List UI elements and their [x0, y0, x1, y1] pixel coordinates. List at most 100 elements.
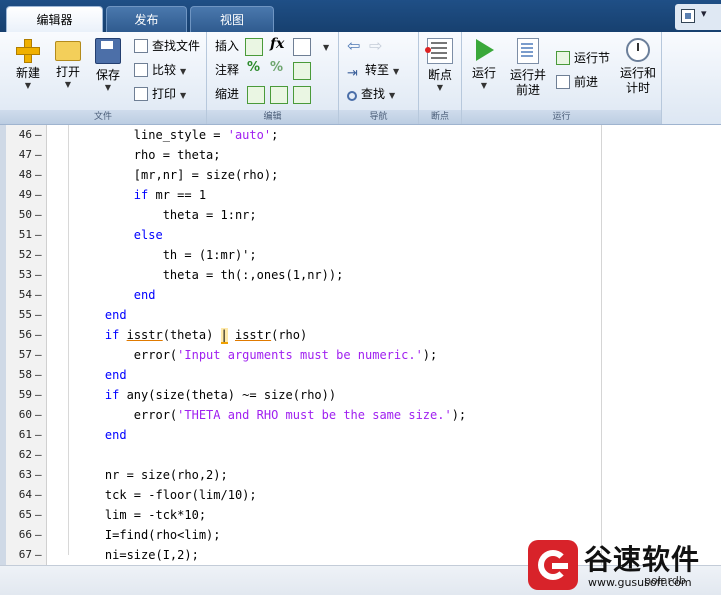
breakpoint-marker[interactable]: — [35, 485, 42, 505]
chevron-down-icon[interactable]: ▾ [701, 7, 707, 20]
breakpoint-marker[interactable]: — [35, 345, 42, 365]
file-group: 新建 ▼ 打开 ▼ 保存 ▼ 查找文件 比较 ▼ 打印 ▼ 文件 [0, 32, 207, 124]
line-number: 50 [18, 208, 32, 221]
code-text: end [104, 308, 127, 322]
breakpoints-button[interactable]: 断点 ▼ [420, 36, 460, 93]
smart-indent-icon[interactable] [247, 86, 265, 104]
code-line[interactable]: 56— if isstr(theta) | isstr(rho) [0, 325, 600, 345]
line-number: 60 [18, 408, 32, 421]
breakpoint-icon [425, 38, 453, 64]
breakpoint-marker[interactable]: — [35, 165, 42, 185]
code-line[interactable]: 52— th = (1:mr)'; [0, 245, 600, 265]
breakpoint-marker[interactable]: — [35, 305, 42, 325]
run-button[interactable]: 运行 ▼ [464, 36, 504, 91]
compare-button[interactable]: 比较 ▼ [134, 60, 186, 80]
window-icon[interactable] [681, 9, 695, 23]
insert-dropdown[interactable]: ▼ [319, 36, 329, 56]
save-icon [95, 38, 121, 64]
tab-editor[interactable]: 编辑器 [6, 6, 103, 32]
breakpoint-marker[interactable]: — [35, 145, 42, 165]
code-line[interactable]: 51— else [0, 225, 600, 245]
goto-button[interactable]: ⇥ 转至 ▼ [347, 60, 399, 81]
code-line[interactable]: 58— end [0, 365, 600, 385]
code-line[interactable]: 57— error('Input arguments must be numer… [0, 345, 600, 365]
breakpoint-marker[interactable]: — [35, 525, 42, 545]
breakpoint-marker[interactable]: — [35, 225, 42, 245]
breakpoint-marker[interactable]: — [35, 545, 42, 565]
new-button[interactable]: 新建 ▼ [8, 36, 48, 91]
breakpoints-group: 断点 ▼ 断点 [419, 32, 462, 124]
toolstrip-ribbon: 新建 ▼ 打开 ▼ 保存 ▼ 查找文件 比较 ▼ 打印 ▼ 文件 插入 fx ▼… [0, 32, 721, 125]
breakpoint-marker[interactable]: — [35, 405, 42, 425]
tab-publish[interactable]: 发布 [106, 6, 187, 32]
breakpoint-marker[interactable]: — [35, 205, 42, 225]
code-text: end [133, 288, 156, 302]
breakpoint-marker[interactable]: — [35, 385, 42, 405]
play-icon [472, 38, 496, 62]
code-text: th = (1:mr)'; [76, 248, 257, 262]
code-text: else [133, 228, 163, 242]
goto-arrow-icon: ⇥ [347, 66, 358, 81]
breakpoint-marker[interactable]: — [35, 505, 42, 525]
code-line[interactable]: 47— rho = theta; [0, 145, 600, 165]
print-button[interactable]: 打印 ▼ [134, 84, 186, 104]
fx-button[interactable]: fx [270, 36, 288, 54]
code-line[interactable]: 60— error('THETA and RHO must be the sam… [0, 405, 600, 425]
find-button[interactable]: 查找 ▼ [347, 84, 395, 104]
run-time-label-1: 运行和 [619, 66, 656, 80]
code-text: [mr,nr] = size(rho); [76, 168, 279, 182]
code-editor[interactable]: 46— line_style = 'auto'; 47— rho = theta;… [0, 125, 721, 595]
run-section-button[interactable]: 运行节 [556, 48, 610, 68]
find-files-button[interactable]: 查找文件 [134, 36, 200, 56]
code-line[interactable]: 62— [0, 445, 600, 465]
code-line[interactable]: 53— theta = th(:,ones(1,nr)); [0, 265, 600, 285]
code-line[interactable]: 65— lim = -tck*10; [0, 505, 600, 525]
code-line[interactable]: 46— line_style = 'auto'; [0, 125, 600, 145]
find-label: 查找 [361, 87, 386, 101]
code-line[interactable]: 61— end [0, 425, 600, 445]
code-line[interactable]: 49— if mr == 1 [0, 185, 600, 205]
breakpoint-marker[interactable]: — [35, 185, 42, 205]
code-line[interactable]: 54— end [0, 285, 600, 305]
increase-indent-icon[interactable] [293, 86, 311, 104]
watermark-url: www.gususoft.com [588, 576, 692, 589]
insert-function-icon[interactable] [293, 38, 311, 56]
comment-button[interactable]: 注释 [215, 60, 239, 80]
run-section-icon [556, 51, 570, 65]
breakpoint-marker[interactable]: — [35, 365, 42, 385]
uncomment-icon[interactable]: % [270, 60, 288, 78]
tab-view[interactable]: 视图 [190, 6, 274, 32]
breakpoint-marker[interactable]: — [35, 265, 42, 285]
breakpoint-marker[interactable]: — [35, 425, 42, 445]
breakpoint-marker[interactable]: — [35, 125, 42, 145]
comment-icon[interactable]: % [247, 60, 265, 78]
breakpoint-marker[interactable]: — [35, 465, 42, 485]
code-line[interactable]: 55— end [0, 305, 600, 325]
wrap-comments-icon[interactable] [293, 62, 311, 80]
code-text: lim = -tck*10; [76, 508, 207, 522]
line-number: 65 [18, 508, 32, 521]
code-line[interactable]: 67— ni=size(I,2); [0, 545, 600, 565]
breakpoint-marker[interactable]: — [35, 245, 42, 265]
code-line[interactable]: 59— if any(size(theta) ~= size(rho)) [0, 385, 600, 405]
insert-button[interactable]: 插入 [215, 36, 239, 56]
back-arrow-icon[interactable]: ⇦ [347, 36, 365, 55]
goto-label: 转至 [365, 63, 390, 77]
code-line[interactable]: 63— nr = size(rho,2); [0, 465, 600, 485]
decrease-indent-icon[interactable] [270, 86, 288, 104]
breakpoint-marker[interactable]: — [35, 325, 42, 345]
indent-button[interactable]: 缩进 [215, 84, 239, 104]
breakpoint-marker[interactable]: — [35, 285, 42, 305]
code-line[interactable]: 48— [mr,nr] = size(rho); [0, 165, 600, 185]
advance-button[interactable]: 前进 [556, 72, 598, 92]
run-and-advance-button[interactable]: 运行并 前进 [506, 36, 550, 98]
run-and-time-button[interactable]: 运行和 计时 [616, 36, 660, 96]
code-line[interactable]: 50— theta = 1:nr; [0, 205, 600, 225]
code-line[interactable]: 66— I=find(rho<lim); [0, 525, 600, 545]
code-line[interactable]: 64— tck = -floor(lim/10); [0, 485, 600, 505]
insert-section-icon[interactable] [245, 38, 263, 56]
save-button[interactable]: 保存 ▼ [88, 36, 128, 93]
breakpoint-marker[interactable]: — [35, 445, 42, 465]
advance-icon [556, 75, 570, 89]
open-button[interactable]: 打开 ▼ [48, 36, 88, 90]
